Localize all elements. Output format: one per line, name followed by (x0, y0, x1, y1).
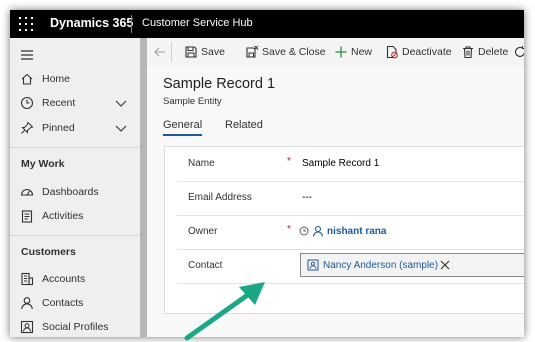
section-title-my-work: My Work (21, 158, 65, 170)
deactivate-button[interactable]: Deactivate (385, 38, 452, 66)
delete-label: Delete (478, 46, 509, 58)
app-launcher-icon[interactable] (18, 16, 34, 32)
tab-related[interactable]: Related (225, 119, 263, 131)
save-button[interactable]: Save (184, 38, 225, 66)
sitemap-sidebar: Home Recent Pinned My Work Dashboards Ac… (10, 38, 141, 337)
record-title: Sample Record 1 (163, 76, 276, 92)
new-button-label: New (351, 46, 373, 58)
name-field[interactable]: Sample Record 1 (302, 158, 379, 169)
new-button[interactable]: New (334, 38, 372, 66)
record-entity-name: Sample Entity (163, 96, 222, 107)
sidebar-item-contacts[interactable]: Contacts (10, 292, 140, 314)
dashboard-icon (20, 189, 34, 196)
contact-lookup-field[interactable]: Nancy Anderson (sample) (300, 253, 524, 277)
annotation-arrow-icon (184, 282, 265, 341)
section-title-customers: Customers (21, 246, 76, 258)
sidebar-item-accounts[interactable]: Accounts (10, 268, 140, 290)
command-bar: Save Save & Close New Deactivate Delete (147, 38, 524, 67)
title-divider (131, 15, 132, 33)
deactivate-label: Deactivate (402, 46, 452, 58)
sidebar-item-label: Contacts (42, 297, 84, 309)
plus-icon (335, 46, 347, 58)
sidebar-item-label: Activities (42, 210, 84, 222)
sidebar-item-recent[interactable]: Recent (10, 92, 140, 114)
sidebar-item-label: Recent (42, 97, 76, 109)
deactivate-icon (386, 45, 398, 59)
app-title[interactable]: Dynamics 365 (50, 16, 133, 30)
tab-general[interactable]: General (163, 119, 203, 136)
sidebar-item-label: Pinned (42, 122, 75, 134)
contact-card-icon (307, 259, 319, 271)
field-row-email: Email Address --- (177, 181, 524, 216)
sidebar-item-pinned[interactable]: Pinned (10, 117, 140, 139)
hub-title: Customer Service Hub (142, 17, 253, 29)
save-button-label: Save (201, 46, 225, 58)
refresh-icon (514, 46, 524, 57)
sidebar-item-dashboards[interactable]: Dashboards (10, 181, 140, 203)
accounts-icon (21, 272, 34, 286)
hamburger-icon (21, 50, 33, 60)
sidebar-item-activities[interactable]: Activities (10, 205, 140, 227)
field-label: Email Address (188, 192, 252, 203)
social-profile-icon (20, 320, 34, 334)
sidebar-item-label: Home (42, 73, 71, 85)
email-field[interactable]: --- (302, 192, 312, 203)
refresh-button[interactable] (513, 38, 524, 66)
user-icon (312, 225, 324, 237)
command-divider (171, 42, 172, 62)
pin-icon (21, 121, 34, 134)
required-indicator: * (287, 156, 291, 167)
contact-lookup-link[interactable]: Nancy Anderson (sample) (323, 260, 438, 271)
sidebar-item-social-profiles[interactable]: Social Profiles (10, 316, 140, 337)
home-icon (21, 73, 33, 85)
top-navigation-bar: Dynamics 365 Customer Service Hub (10, 10, 524, 38)
chevron-down-icon[interactable] (114, 96, 128, 110)
field-row-owner: Owner * nishant rana (177, 215, 524, 250)
clock-icon (20, 96, 34, 110)
close-icon[interactable] (439, 259, 451, 271)
contact-icon (21, 297, 33, 310)
sidebar-scrollbar[interactable] (140, 38, 147, 337)
save-icon (185, 46, 197, 58)
back-button[interactable] (153, 38, 167, 66)
activities-icon (21, 210, 33, 223)
sidebar-item-label: Dashboards (42, 186, 99, 198)
sidebar-divider (10, 235, 140, 236)
sidebar-divider (10, 147, 140, 148)
field-label: Owner (188, 226, 218, 237)
save-and-close-button[interactable]: Save & Close (245, 38, 326, 66)
required-indicator: * (287, 224, 291, 235)
chevron-down-icon[interactable] (114, 121, 128, 135)
sidebar-item-label: Social Profiles (42, 321, 109, 333)
sitemap-toggle-button[interactable] (10, 44, 140, 66)
field-row-name: Name * Sample Record 1 (177, 147, 524, 182)
save-and-close-label: Save & Close (262, 46, 326, 58)
owner-lookup-link[interactable]: nishant rana (327, 226, 386, 237)
field-label: Name (188, 158, 215, 169)
back-arrow-icon (154, 47, 165, 57)
delete-button[interactable]: Delete (461, 38, 509, 66)
trash-icon (463, 46, 473, 59)
save-close-icon (246, 45, 259, 58)
sidebar-item-home[interactable]: Home (10, 68, 140, 90)
sidebar-item-label: Accounts (42, 273, 86, 285)
field-label: Contact (188, 260, 223, 271)
presence-icon (299, 226, 309, 236)
